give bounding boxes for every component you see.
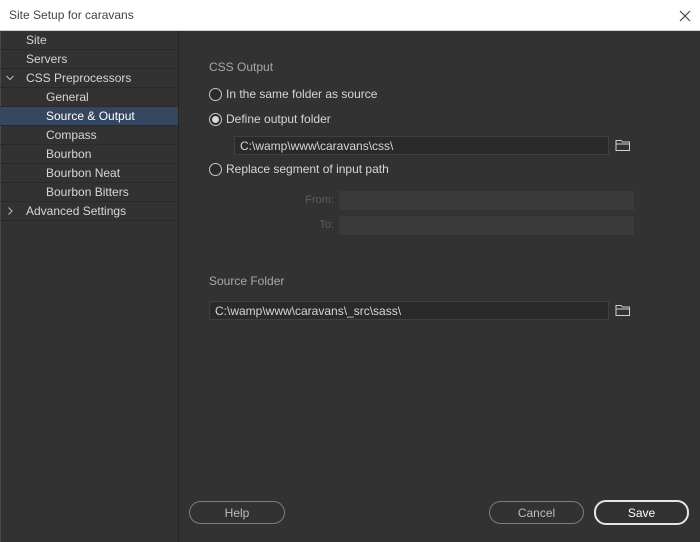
cancel-button[interactable]: Cancel <box>489 501 584 524</box>
from-input[interactable] <box>339 191 634 210</box>
sidebar-item-label: General <box>46 90 89 104</box>
cancel-button-label: Cancel <box>517 505 556 520</box>
source-folder-heading: Source Folder <box>209 274 285 288</box>
radio-label: Replace segment of input path <box>226 162 389 176</box>
folder-icon <box>615 305 630 316</box>
help-button-label: Help <box>224 505 250 520</box>
save-button-label: Save <box>627 505 656 520</box>
browse-source-folder-button[interactable] <box>615 303 631 317</box>
settings-panel: CSS Output In the same folder as source … <box>180 31 700 542</box>
radio-same-folder[interactable]: In the same folder as source <box>209 86 377 102</box>
help-button[interactable]: Help <box>189 501 285 524</box>
radio-replace-segment[interactable]: Replace segment of input path <box>209 161 389 177</box>
folder-icon <box>615 140 630 151</box>
sidebar-item-label: Bourbon Neat <box>46 166 121 180</box>
radio-button[interactable] <box>209 162 222 176</box>
sidebar-item-bourbon-neat[interactable]: Bourbon Neat <box>0 164 178 183</box>
chevron-down-icon[interactable] <box>5 72 15 84</box>
close-button[interactable] <box>670 0 700 31</box>
sidebar-item-bourbon-bitters[interactable]: Bourbon Bitters <box>0 183 178 202</box>
radio-button[interactable] <box>209 87 222 101</box>
sidebar-item-label: Compass <box>46 128 97 142</box>
sidebar-item-site[interactable]: Site <box>0 31 178 50</box>
sidebar-item-compass[interactable]: Compass <box>0 126 178 145</box>
to-input[interactable] <box>339 216 634 235</box>
title-bar: Site Setup for caravans <box>0 0 700 31</box>
sidebar-tree: Site Servers CSS Preprocessors General S… <box>0 31 178 221</box>
output-folder-input[interactable] <box>234 136 609 155</box>
sidebar-item-label: Bourbon Bitters <box>46 185 129 199</box>
radio-define-output-folder[interactable]: Define output folder <box>209 111 331 127</box>
sidebar-item-label: Advanced Settings <box>26 204 127 218</box>
sidebar-item-servers[interactable]: Servers <box>0 50 178 69</box>
window-title: Site Setup for caravans <box>9 8 134 22</box>
css-output-heading: CSS Output <box>209 60 274 74</box>
sidebar-item-label: Bourbon <box>46 147 92 161</box>
sidebar-item-label: Site <box>26 33 47 47</box>
sidebar-item-bourbon[interactable]: Bourbon <box>0 145 178 164</box>
sidebar-item-source-output[interactable]: Source & Output <box>0 107 178 126</box>
from-label: From: <box>305 194 334 206</box>
sidebar-item-css-preprocessors[interactable]: CSS Preprocessors <box>0 69 178 88</box>
sidebar-item-label: CSS Preprocessors <box>26 71 132 85</box>
sidebar: Site Servers CSS Preprocessors General S… <box>0 31 179 542</box>
sidebar-item-advanced-settings[interactable]: Advanced Settings <box>0 202 178 221</box>
to-label: To: <box>319 219 334 231</box>
radio-label: Define output folder <box>226 112 331 126</box>
save-button[interactable]: Save <box>594 500 689 525</box>
radio-button-checked[interactable] <box>209 112 222 126</box>
chevron-right-icon[interactable] <box>5 205 15 217</box>
radio-label: In the same folder as source <box>226 87 378 101</box>
sidebar-item-label: Servers <box>26 52 68 66</box>
source-folder-input[interactable] <box>209 301 609 320</box>
sidebar-item-label: Source & Output <box>46 109 135 123</box>
close-icon <box>679 10 691 21</box>
sidebar-item-general[interactable]: General <box>0 88 178 107</box>
browse-output-folder-button[interactable] <box>615 138 631 152</box>
